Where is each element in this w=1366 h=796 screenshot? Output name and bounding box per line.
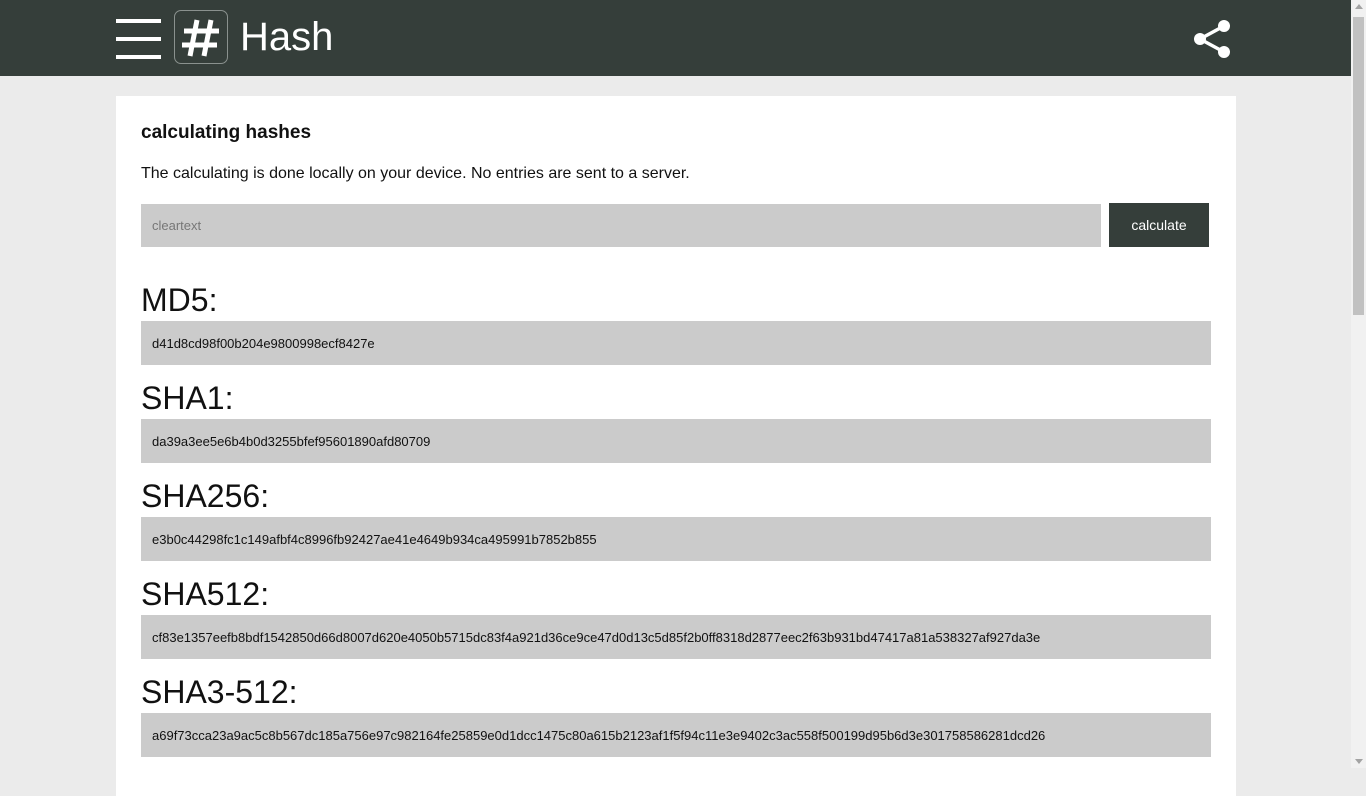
cleartext-input[interactable] — [141, 204, 1101, 247]
card-title: calculating hashes — [141, 122, 312, 143]
calculate-button[interactable]: calculate — [1109, 203, 1209, 247]
scrollbar-thumb[interactable] — [1353, 17, 1364, 315]
menu-bar — [116, 55, 161, 59]
card-description: The calculating is done locally on your … — [141, 165, 690, 182]
scroll-down-icon[interactable] — [1355, 759, 1363, 764]
sha256-label: SHA256: — [141, 478, 270, 514]
vertical-scrollbar[interactable] — [1351, 0, 1366, 768]
hamburger-menu-icon[interactable] — [116, 19, 161, 59]
share-icon[interactable] — [1192, 18, 1232, 60]
sha3-512-output[interactable] — [141, 713, 1211, 757]
md5-label: MD5: — [141, 282, 218, 318]
md5-output[interactable] — [141, 321, 1211, 365]
sha1-label: SHA1: — [141, 380, 234, 416]
scroll-up-icon[interactable] — [1355, 4, 1363, 9]
menu-bar — [116, 19, 161, 23]
sha512-output[interactable] — [141, 615, 1211, 659]
sha1-output[interactable] — [141, 419, 1211, 463]
menu-bar — [116, 37, 161, 41]
share-glyph — [1194, 20, 1230, 58]
hash-logo-icon[interactable] — [174, 10, 228, 64]
app-header: Hash — [0, 0, 1351, 76]
sha256-output[interactable] — [141, 517, 1211, 561]
hash-logo-glyph — [182, 19, 219, 57]
hash-calculator-card: calculating hashes The calculating is do… — [116, 96, 1236, 796]
sha512-label: SHA512: — [141, 576, 270, 612]
sha3-512-label: SHA3-512: — [141, 674, 298, 710]
app-title: Hash — [240, 15, 334, 59]
